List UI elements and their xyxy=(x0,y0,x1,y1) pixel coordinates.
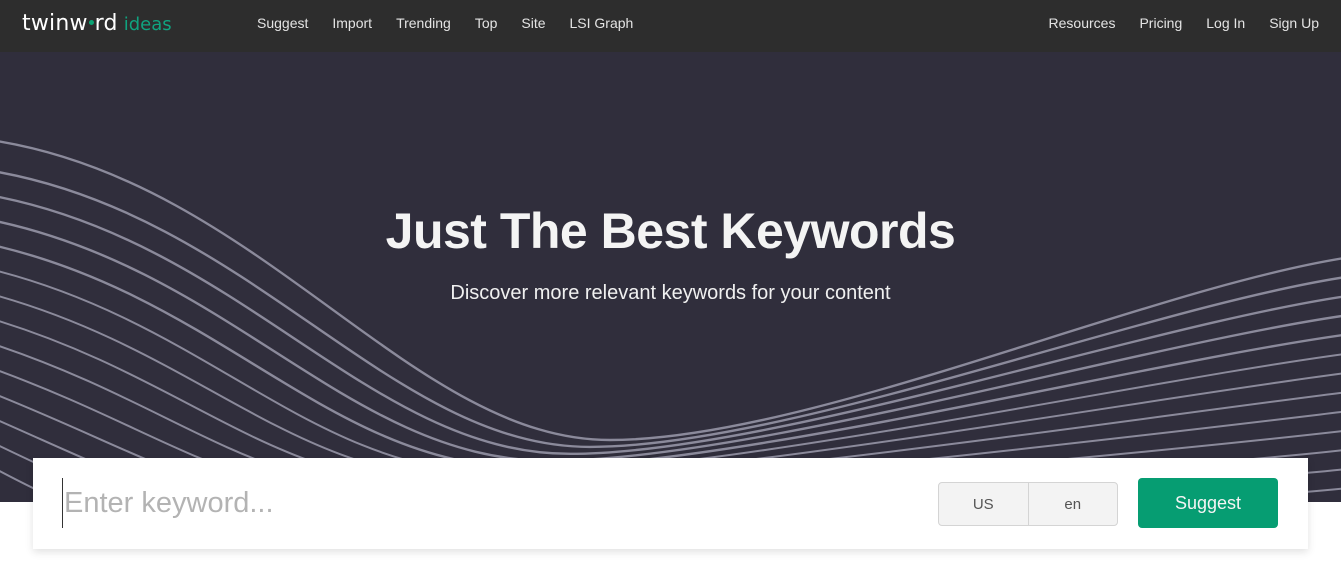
nav-lsi-graph[interactable]: LSI Graph xyxy=(570,15,634,31)
nav-import[interactable]: Import xyxy=(332,15,372,31)
nav-sign-up[interactable]: Sign Up xyxy=(1269,15,1319,31)
account-nav: Resources Pricing Log In Sign Up xyxy=(1025,0,1319,46)
hero-title: Just The Best Keywords xyxy=(385,203,956,259)
language-select[interactable]: en xyxy=(1027,483,1118,525)
top-navbar: twinw rd ideas Suggest Import Trending To… xyxy=(0,0,1341,52)
nav-trending[interactable]: Trending xyxy=(396,15,451,31)
nav-log-in[interactable]: Log In xyxy=(1206,15,1245,31)
hero-subtitle: Discover more relevant keywords for your… xyxy=(450,282,891,304)
keyword-input[interactable] xyxy=(62,478,912,528)
country-select[interactable]: US xyxy=(939,483,1028,525)
locale-selector: US en xyxy=(938,482,1118,526)
logo-dot-icon xyxy=(88,20,94,25)
twinword-ideas-logo[interactable]: twinw rd ideas xyxy=(22,8,172,38)
logo-text-part-2: rd xyxy=(94,10,118,36)
nav-pricing[interactable]: Pricing xyxy=(1139,15,1182,31)
wave-lines-decoration xyxy=(0,140,1341,502)
primary-nav: Suggest Import Trending Top Site LSI Gra… xyxy=(257,0,657,46)
nav-suggest[interactable]: Suggest xyxy=(257,15,308,31)
hero-banner: Just The Best Keywords Discover more rel… xyxy=(0,52,1341,502)
nav-site[interactable]: Site xyxy=(521,15,545,31)
logo-text-part-1: twinw xyxy=(22,10,88,36)
logo-subtitle: ideas xyxy=(123,13,172,35)
suggest-button[interactable]: Suggest xyxy=(1138,478,1278,528)
keyword-search-bar: US en Suggest xyxy=(33,458,1308,549)
nav-top[interactable]: Top xyxy=(475,15,498,31)
logo-wordmark: twinw rd xyxy=(22,11,118,36)
nav-resources[interactable]: Resources xyxy=(1049,15,1116,31)
